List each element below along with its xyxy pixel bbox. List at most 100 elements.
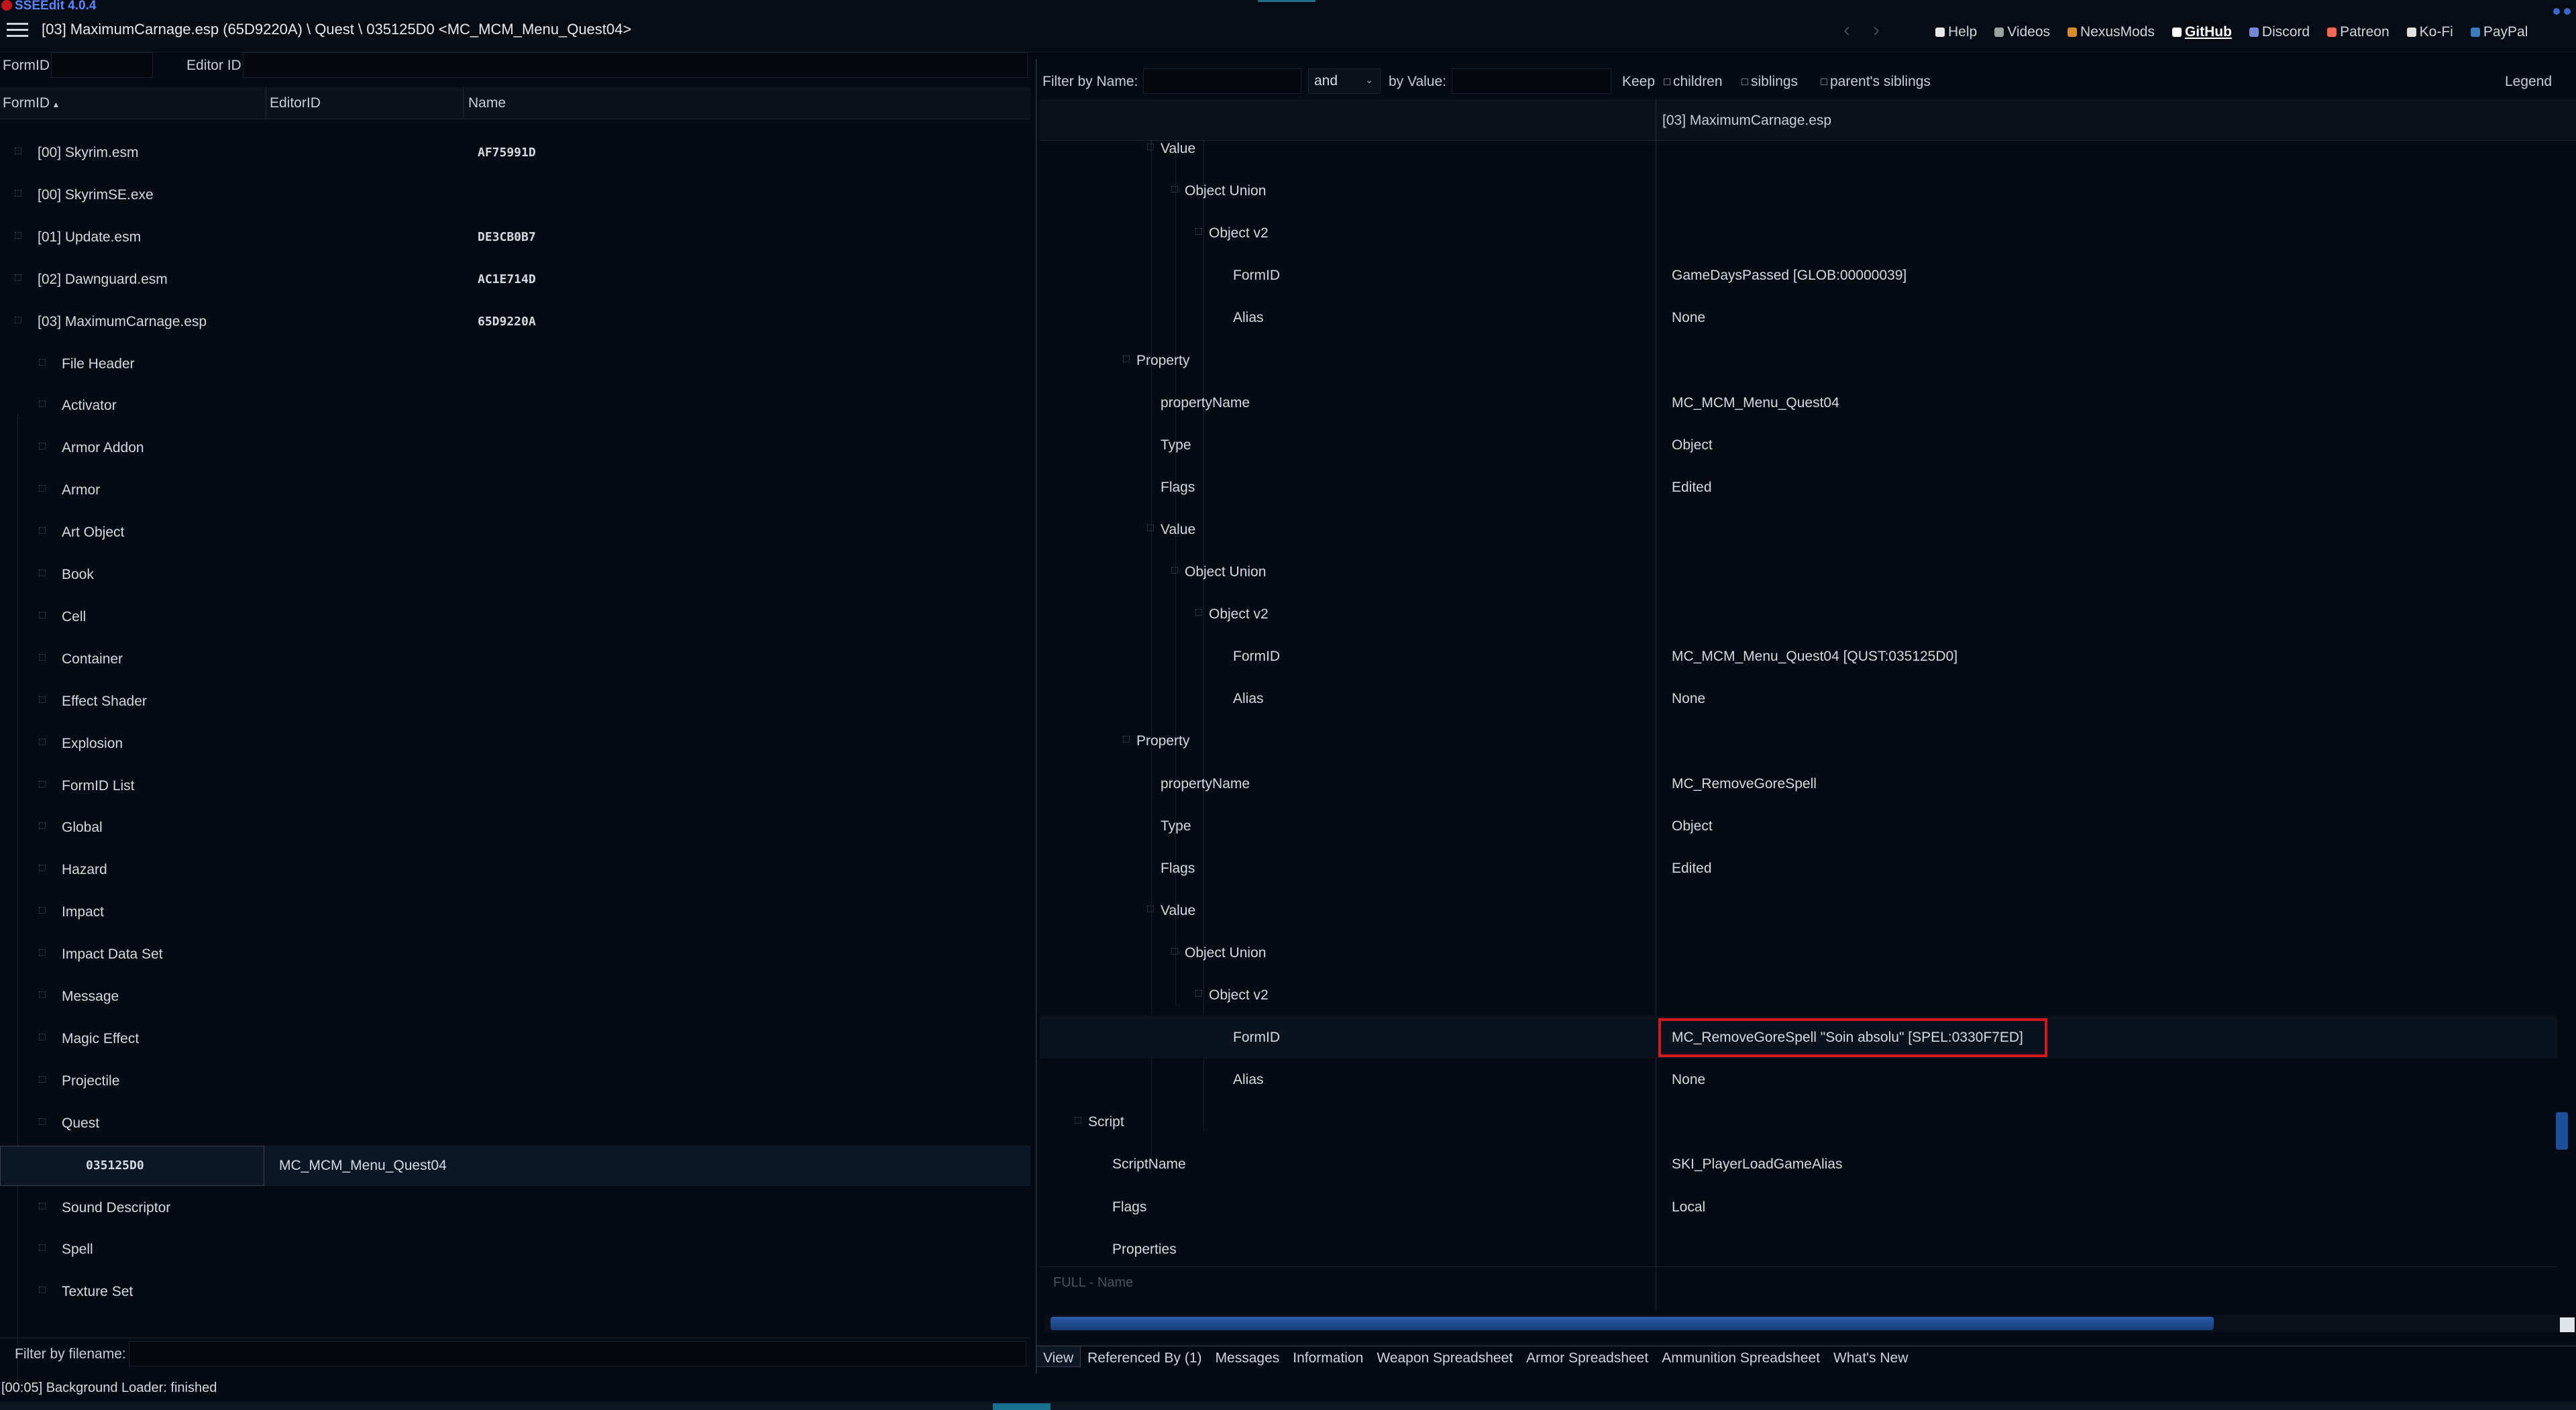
collapse-icon[interactable] bbox=[1171, 186, 1178, 193]
link-patreon[interactable]: Patreon bbox=[2327, 24, 2390, 40]
collapse-icon[interactable] bbox=[1147, 524, 1154, 531]
formid-filter-input[interactable] bbox=[51, 52, 153, 78]
expand-icon[interactable] bbox=[39, 738, 46, 745]
field-row[interactable]: Property bbox=[1040, 720, 2557, 762]
expand-icon[interactable] bbox=[39, 400, 46, 408]
tab-ammunition-spreadsheet[interactable]: Ammunition Spreadsheet bbox=[1655, 1346, 1827, 1366]
selected-record-row[interactable]: 035125D0 MC_MCM_Menu_Quest04 bbox=[0, 1145, 1030, 1186]
expand-icon[interactable] bbox=[39, 1287, 46, 1294]
field-value[interactable]: MC_MCM_Menu_Quest04 bbox=[1672, 395, 1839, 411]
field-row[interactable]: propertyName MC_RemoveGoreSpell bbox=[1040, 763, 2557, 805]
expand-icon[interactable] bbox=[15, 274, 21, 281]
field-value[interactable]: Edited bbox=[1672, 861, 1712, 877]
scrollbar-thumb[interactable] bbox=[1051, 1317, 2214, 1330]
field-row[interactable]: Script bbox=[1040, 1101, 2557, 1143]
filter-by-value-input[interactable] bbox=[1452, 68, 1611, 94]
tree-item[interactable]: Spell bbox=[0, 1230, 1030, 1270]
expand-icon[interactable] bbox=[39, 1033, 46, 1040]
vertical-scrollbar-thumb[interactable] bbox=[2556, 1112, 2568, 1150]
and-or-select[interactable]: and ⌄ bbox=[1308, 68, 1381, 94]
tab-weapon-spreadsheet[interactable]: Weapon Spreadsheet bbox=[1370, 1346, 1519, 1366]
tab-information[interactable]: Information bbox=[1286, 1346, 1370, 1366]
expand-icon[interactable] bbox=[39, 949, 46, 957]
field-value[interactable]: None bbox=[1672, 310, 1705, 326]
field-row[interactable]: Value bbox=[1040, 889, 2557, 932]
link-github[interactable]: GitHub bbox=[2171, 24, 2232, 40]
tree-item[interactable]: [00] Skyrim.esm AF75991D bbox=[0, 133, 1030, 173]
expand-icon[interactable] bbox=[39, 1075, 46, 1083]
collapse-icon[interactable] bbox=[1147, 144, 1154, 150]
field-value[interactable]: GameDaysPassed [GLOB:00000039] bbox=[1672, 268, 1907, 284]
field-row[interactable]: Object Union bbox=[1040, 551, 2557, 593]
field-value[interactable]: Edited bbox=[1672, 480, 1712, 496]
tree-item[interactable]: Quest bbox=[0, 1103, 1030, 1144]
expand-icon[interactable] bbox=[39, 1118, 46, 1125]
expand-icon[interactable] bbox=[39, 696, 46, 703]
tree-item[interactable]: Cell bbox=[0, 597, 1030, 637]
tree-item[interactable]: File Header bbox=[0, 344, 1030, 384]
field-row[interactable]: ScriptName SKI_PlayerLoadGameAlias bbox=[1040, 1143, 2557, 1185]
field-row[interactable]: FormID MC_MCM_Menu_Quest04 [QUST:035125D0… bbox=[1040, 635, 2557, 677]
expand-icon[interactable] bbox=[39, 358, 46, 366]
field-row[interactable]: Flags Edited bbox=[1040, 466, 2557, 508]
expand-icon[interactable] bbox=[39, 611, 46, 618]
horizontal-scrollbar[interactable] bbox=[1044, 1315, 2560, 1332]
link-nexusmods[interactable]: NexusMods bbox=[2068, 24, 2155, 40]
field-value[interactable]: Local bbox=[1672, 1199, 1705, 1215]
link-videos[interactable]: Videos bbox=[1994, 24, 2050, 40]
collapse-icon[interactable] bbox=[1195, 609, 1202, 616]
field-row[interactable]: Object v2 bbox=[1040, 974, 2557, 1016]
field-row[interactable]: Object v2 bbox=[1040, 212, 2557, 254]
tree-item[interactable]: Impact Data Set bbox=[0, 934, 1030, 975]
expand-icon[interactable] bbox=[39, 1244, 46, 1252]
keep-parents-siblings-checkbox[interactable]: parent's siblings bbox=[1821, 74, 1931, 90]
tree-item[interactable]: FormID List bbox=[0, 766, 1030, 806]
expand-icon[interactable] bbox=[39, 865, 46, 872]
tree-item[interactable]: Armor bbox=[0, 470, 1030, 510]
expand-icon[interactable] bbox=[39, 527, 46, 535]
tree-item[interactable]: [02] Dawnguard.esm AC1E714D bbox=[0, 260, 1030, 300]
field-row[interactable]: FormID GameDaysPassed [GLOB:00000039] bbox=[1040, 254, 2557, 296]
expand-icon[interactable] bbox=[39, 907, 46, 914]
tree-item[interactable]: Texture Set bbox=[0, 1272, 1030, 1312]
tree-item[interactable]: Global bbox=[0, 808, 1030, 848]
tree-item[interactable]: Explosion bbox=[0, 724, 1030, 764]
expand-icon[interactable] bbox=[15, 316, 21, 323]
expand-icon[interactable] bbox=[39, 485, 46, 492]
link-discord[interactable]: Discord bbox=[2249, 24, 2310, 40]
expand-icon[interactable] bbox=[15, 189, 21, 197]
keep-children-checkbox[interactable]: children bbox=[1664, 74, 1723, 90]
field-row[interactable]: Value bbox=[1040, 508, 2557, 551]
tree-item[interactable]: Message bbox=[0, 977, 1030, 1017]
column-editorid[interactable]: EditorID bbox=[270, 95, 321, 111]
tree-item[interactable]: Armor Addon bbox=[0, 428, 1030, 468]
expand-icon[interactable] bbox=[39, 780, 46, 788]
field-value[interactable]: MC_RemoveGoreSpell bbox=[1672, 776, 1817, 792]
tree-item[interactable]: Container bbox=[0, 639, 1030, 680]
tree-item[interactable]: [00] SkyrimSE.exe bbox=[0, 175, 1030, 215]
collapse-icon[interactable] bbox=[1123, 355, 1130, 362]
window-controls[interactable] bbox=[2549, 1, 2571, 19]
field-value[interactable]: None bbox=[1672, 1072, 1705, 1088]
collapse-icon[interactable] bbox=[1171, 947, 1178, 955]
tab-view[interactable]: View bbox=[1036, 1346, 1081, 1367]
forward-arrow-icon[interactable]: › bbox=[1873, 19, 1880, 41]
tree-item[interactable]: Effect Shader bbox=[0, 682, 1030, 722]
field-row[interactable]: Alias None bbox=[1040, 1059, 2557, 1101]
tab-what-s-new[interactable]: What's New bbox=[1827, 1346, 1915, 1366]
column-formid[interactable]: FormID ▴ bbox=[3, 95, 58, 111]
expand-icon[interactable] bbox=[15, 148, 21, 154]
filter-by-name-input[interactable] bbox=[1143, 68, 1301, 94]
collapse-icon[interactable] bbox=[1123, 736, 1130, 743]
collapse-icon[interactable] bbox=[1075, 1117, 1081, 1124]
field-row[interactable]: Alias None bbox=[1040, 677, 2557, 720]
collapse-icon[interactable] bbox=[1195, 228, 1202, 235]
field-row[interactable]: Type Object bbox=[1040, 805, 2557, 847]
tree-item[interactable]: [01] Update.esm DE3CB0B7 bbox=[0, 217, 1030, 258]
menu-icon[interactable] bbox=[7, 23, 28, 39]
field-value[interactable]: MC_MCM_Menu_Quest04 [QUST:035125D0] bbox=[1672, 649, 1957, 665]
field-row[interactable]: Property bbox=[1040, 339, 2557, 382]
plugin-column-title[interactable]: [03] MaximumCarnage.esp bbox=[1662, 113, 1831, 129]
expand-icon[interactable] bbox=[39, 443, 46, 450]
editorid-filter-input[interactable] bbox=[243, 52, 1028, 78]
